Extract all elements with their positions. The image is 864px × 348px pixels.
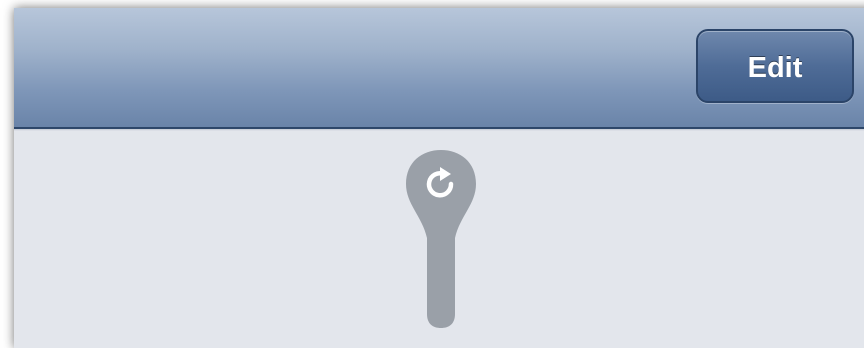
pull-to-refresh-handle[interactable]: [404, 148, 478, 328]
pull-to-refresh-shape: [406, 150, 476, 328]
navigation-bar: Edit: [14, 8, 864, 131]
edit-button[interactable]: Edit: [696, 29, 854, 103]
app-screen: Edit: [14, 8, 864, 348]
